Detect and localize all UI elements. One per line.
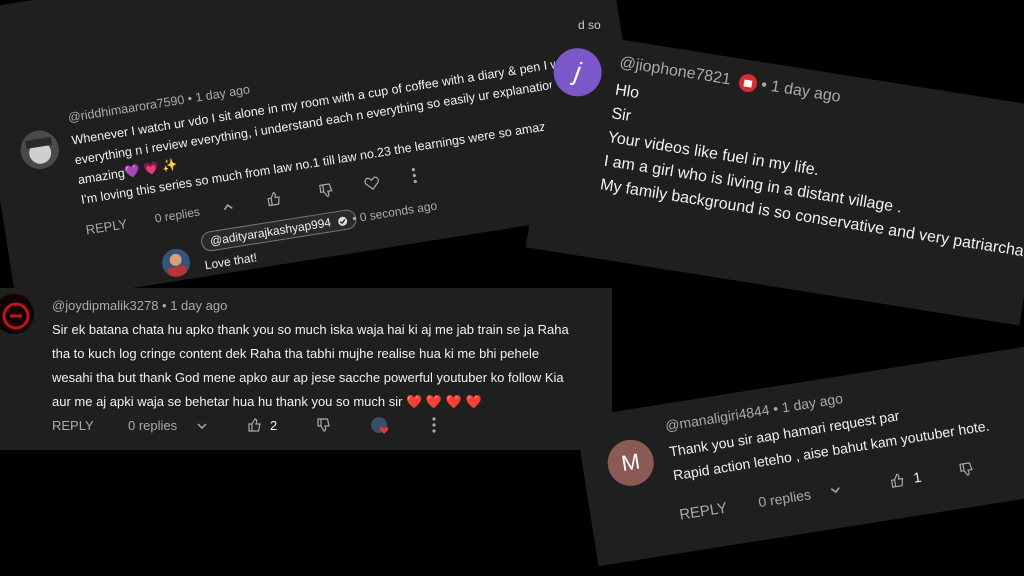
- comment-line: Sir ek batana chata hu apko thank you so…: [52, 322, 569, 337]
- reply-author-chip[interactable]: @adityarajkashyap994: [199, 208, 358, 253]
- reply-avatar-image: [160, 246, 193, 279]
- creator-heart-icon[interactable]: [370, 416, 390, 436]
- replies-count[interactable]: 0 replies: [154, 205, 201, 226]
- like-count: 1: [912, 468, 923, 486]
- comment-timestamp[interactable]: 1 day ago: [194, 82, 250, 104]
- dislike-icon[interactable]: [316, 181, 334, 199]
- avatar[interactable]: [0, 294, 34, 334]
- comment-line: Hlo: [613, 81, 641, 103]
- comment-line: aur me aj apki waja se behetar hua hu th…: [52, 394, 482, 409]
- like-icon[interactable]: [888, 471, 906, 489]
- reply-avatar[interactable]: [160, 246, 193, 279]
- like-icon[interactable]: [246, 417, 262, 433]
- reply-button[interactable]: REPLY: [678, 499, 728, 523]
- like-icon[interactable]: [264, 190, 282, 208]
- comment-card-manali: M @manaligiri4844 • 1 day ago Thank you …: [575, 344, 1024, 567]
- badge-icon: [738, 73, 759, 94]
- comment-card-jiophone: j @jiophone7821 • 1 day ago Hlo Sir Your…: [525, 30, 1024, 326]
- avatar[interactable]: M: [604, 436, 658, 490]
- avatar[interactable]: j: [550, 44, 606, 100]
- reply-button[interactable]: REPLY: [85, 216, 129, 237]
- comment-timestamp[interactable]: 1 day ago: [770, 78, 842, 106]
- comment-author[interactable]: @jiophone7821: [618, 54, 732, 88]
- chevron-up-icon[interactable]: [221, 200, 235, 214]
- heart-icon[interactable]: [363, 174, 381, 192]
- comment-line: Sir: [610, 105, 633, 126]
- more-options-icon[interactable]: [431, 417, 437, 433]
- chevron-down-icon[interactable]: [829, 483, 843, 497]
- comment-author[interactable]: @joydipmalik3278: [52, 298, 158, 313]
- avatar[interactable]: [17, 128, 62, 172]
- reply-author: @adityarajkashyap994: [209, 215, 332, 249]
- truncated-text: d so: [578, 18, 601, 32]
- reply-timestamp[interactable]: 0 seconds ago: [359, 198, 438, 224]
- replies-count[interactable]: 0 replies: [128, 418, 177, 433]
- comment-timestamp[interactable]: 1 day ago: [781, 390, 844, 415]
- verified-icon: [337, 215, 348, 226]
- avatar-image: [0, 294, 34, 334]
- comment-timestamp[interactable]: 1 day ago: [170, 298, 227, 313]
- replies-count[interactable]: 0 replies: [757, 486, 812, 510]
- dislike-icon[interactable]: [315, 417, 331, 433]
- avatar-image: [17, 128, 62, 172]
- comment-card-joydip: @joydipmalik3278 • 1 day ago Sir ek bata…: [0, 288, 612, 450]
- comment-line: wesahi tha but thank God mene apko aur a…: [52, 370, 564, 385]
- avatar-letter: j: [572, 56, 583, 87]
- more-options-icon[interactable]: [410, 167, 418, 184]
- chevron-down-icon[interactable]: [196, 420, 208, 432]
- dislike-icon[interactable]: [957, 460, 975, 478]
- comment-line: tha to kuch log cringe content dek Raha …: [52, 346, 540, 361]
- reply-text: Love that!: [203, 250, 259, 273]
- reply-button[interactable]: REPLY: [52, 418, 94, 433]
- avatar-letter: M: [619, 448, 642, 477]
- like-count: 2: [270, 418, 278, 433]
